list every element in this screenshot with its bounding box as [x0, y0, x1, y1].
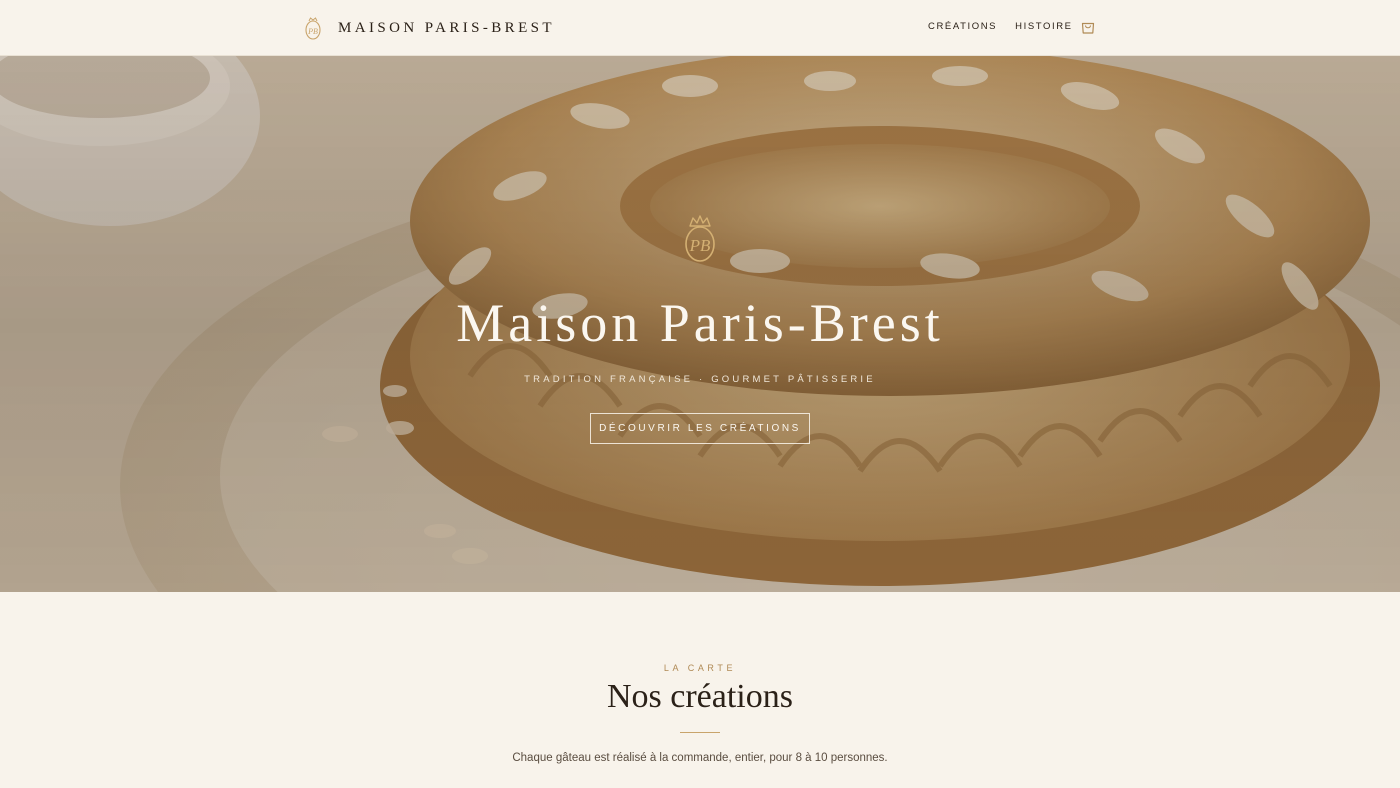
menu-section: LA CARTE Nos créations Chaque gâteau est… [0, 592, 1400, 788]
gold-divider [680, 732, 720, 733]
hero-subtitle: TRADITION FRANÇAISE · GOURMET PÂTISSERIE [524, 374, 876, 385]
nav-item-histoire[interactable]: HISTOIRE [1015, 21, 1073, 32]
svg-text:PB: PB [689, 236, 711, 255]
site-header: PB MAISON PARIS-BREST CRÉATIONS HISTOIRE [0, 0, 1400, 56]
section-eyebrow: LA CARTE [663, 663, 737, 673]
section-title: Nos créations [606, 678, 793, 715]
section-description: Chaque gâteau est réalisé à la commande,… [512, 752, 888, 764]
hero-banner: PB Maison Paris-Brest TRADITION FRANÇAIS… [0, 56, 1400, 592]
pb-crown-crest-icon: PB [685, 215, 715, 262]
discover-creations-button[interactable]: DÉCOUVRIR LES CRÉATIONS [590, 413, 810, 444]
hero-title: Maison Paris-Brest [456, 293, 944, 353]
pb-crest-icon: PB [305, 17, 321, 40]
brand[interactable]: PB MAISON PARIS-BREST [304, 15, 555, 41]
shopping-bag-icon[interactable] [1080, 19, 1096, 35]
main-nav: CRÉATIONS HISTOIRE [928, 21, 1073, 32]
nav-item-creations[interactable]: CRÉATIONS [928, 21, 997, 32]
brand-name: MAISON PARIS-BREST [338, 19, 555, 36]
svg-text:PB: PB [307, 27, 318, 36]
